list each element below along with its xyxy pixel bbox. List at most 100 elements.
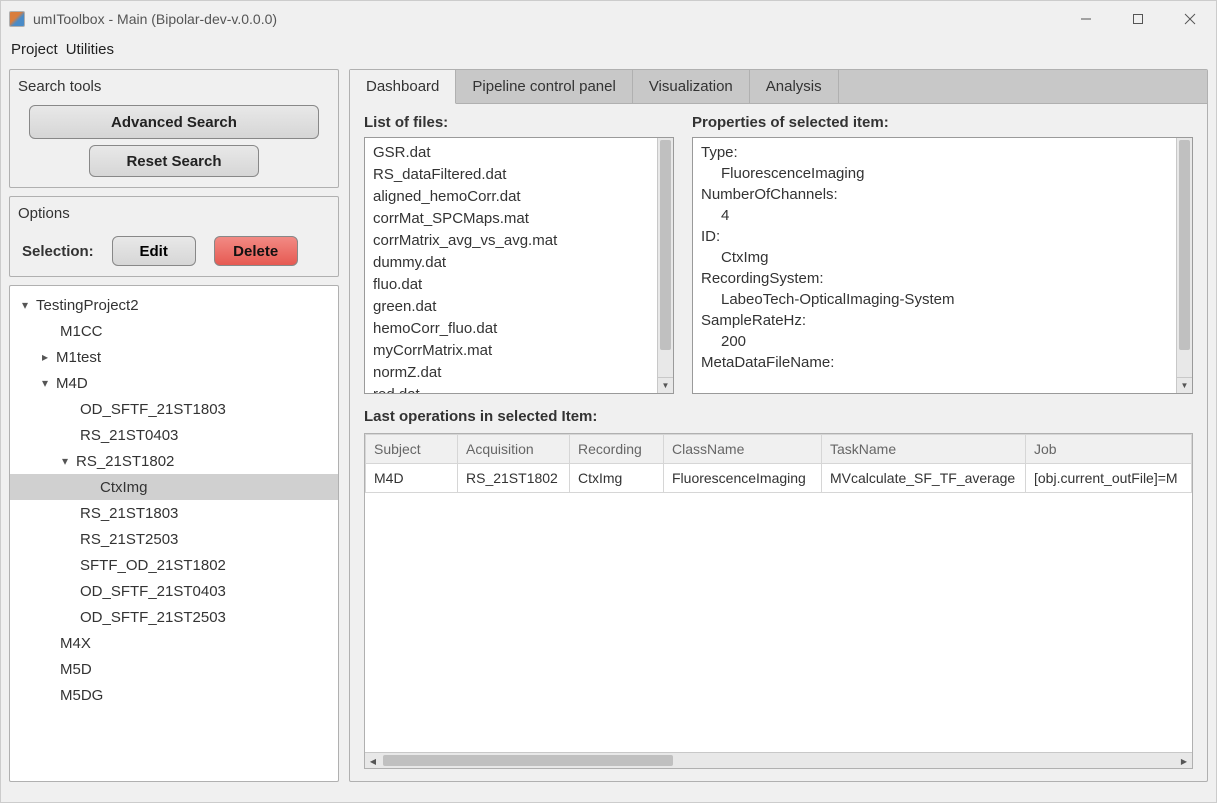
prop-value: FluorescenceImaging: [701, 163, 1168, 184]
scrollbar-thumb[interactable]: [383, 755, 673, 766]
prop-label: RecordingSystem:: [701, 268, 1168, 289]
files-title: List of files:: [364, 114, 674, 131]
file-item[interactable]: corrMatrix_avg_vs_avg.mat: [373, 230, 649, 252]
chevron-down-icon: ▾: [38, 376, 52, 390]
prop-label: MetaDataFileName:: [701, 352, 1168, 373]
project-tree[interactable]: ▾ TestingProject2 M1CC▸M1test▾M4DOD_SFTF…: [9, 285, 339, 782]
tree-item-label: M4X: [56, 635, 91, 652]
reset-search-button[interactable]: Reset Search: [89, 145, 259, 177]
file-item[interactable]: dummy.dat: [373, 252, 649, 274]
file-item[interactable]: fluo.dat: [373, 274, 649, 296]
scrollbar[interactable]: [1176, 138, 1192, 377]
search-tools-panel: Search tools Advanced Search Reset Searc…: [9, 69, 339, 188]
tree-item[interactable]: M5D: [10, 656, 338, 682]
menu-project[interactable]: Project: [11, 41, 58, 58]
scrollbar-thumb[interactable]: [660, 140, 671, 350]
chevron-down-icon: ▾: [18, 298, 32, 312]
file-item[interactable]: corrMat_SPCMaps.mat: [373, 208, 649, 230]
app-icon: [9, 11, 25, 27]
file-item[interactable]: normZ.dat: [373, 362, 649, 384]
prop-value: 4: [701, 205, 1168, 226]
search-tools-title: Search tools: [18, 76, 330, 97]
prop-value: CtxImg: [701, 247, 1168, 268]
scrollbar-thumb[interactable]: [1179, 140, 1190, 350]
col-recording[interactable]: Recording: [570, 435, 664, 464]
tree-item-label: M5DG: [56, 687, 103, 704]
files-listbox[interactable]: GSR.datRS_dataFiltered.dataligned_hemoCo…: [364, 137, 674, 394]
advanced-search-button[interactable]: Advanced Search: [29, 105, 319, 139]
col-classname[interactable]: ClassName: [664, 435, 822, 464]
tree-item-label: RS_21ST1803: [76, 505, 178, 522]
tree-item[interactable]: OD_SFTF_21ST0403: [10, 578, 338, 604]
close-button[interactable]: [1164, 1, 1216, 37]
tab-visualization[interactable]: Visualization: [633, 70, 750, 103]
tab-pipeline[interactable]: Pipeline control panel: [456, 70, 632, 103]
col-subject[interactable]: Subject: [366, 435, 458, 464]
file-item[interactable]: green.dat: [373, 296, 649, 318]
col-acquisition[interactable]: Acquisition: [458, 435, 570, 464]
minimize-button[interactable]: [1060, 1, 1112, 37]
menubar: Project Utilities: [1, 37, 1216, 61]
tree-item-label: M1test: [52, 349, 101, 366]
tree-item[interactable]: M4X: [10, 630, 338, 656]
tree-item[interactable]: RS_21ST2503: [10, 526, 338, 552]
selection-label: Selection:: [22, 243, 94, 260]
file-item[interactable]: GSR.dat: [373, 142, 649, 164]
props-title: Properties of selected item:: [692, 114, 1193, 131]
prop-value: LabeoTech-OpticalImaging-System: [701, 289, 1168, 310]
delete-button[interactable]: Delete: [214, 236, 298, 266]
col-taskname[interactable]: TaskName: [822, 435, 1026, 464]
tree-item-label: M5D: [56, 661, 92, 678]
tree-item-label: RS_21ST0403: [76, 427, 178, 444]
prop-label: SampleRateHz:: [701, 310, 1168, 331]
tree-item-label: RS_21ST1802: [72, 453, 174, 470]
tree-item-label: OD_SFTF_21ST0403: [76, 583, 226, 600]
tree-item-label: OD_SFTF_21ST2503: [76, 609, 226, 626]
tree-item[interactable]: ▸M1test: [10, 344, 338, 370]
prop-value: 200: [701, 331, 1168, 352]
scroll-right-icon[interactable]: ▶: [1176, 753, 1192, 769]
file-item[interactable]: RS_dataFiltered.dat: [373, 164, 649, 186]
tree-item[interactable]: RS_21ST1803: [10, 500, 338, 526]
chevron-right-icon: ▸: [38, 350, 52, 364]
scroll-down-icon[interactable]: ▼: [657, 377, 673, 393]
chevron-down-icon: ▾: [58, 454, 72, 468]
tree-item-label: RS_21ST2503: [76, 531, 178, 548]
horizontal-scrollbar[interactable]: ◀ ▶: [365, 752, 1192, 768]
tab-analysis[interactable]: Analysis: [750, 70, 839, 103]
options-panel: Options Selection: Edit Delete: [9, 196, 339, 277]
tree-item[interactable]: M5DG: [10, 682, 338, 708]
scroll-left-icon[interactable]: ◀: [365, 753, 381, 769]
tree-item-label: OD_SFTF_21ST1803: [76, 401, 226, 418]
tree-item-label: M1CC: [56, 323, 103, 340]
scroll-down-icon[interactable]: ▼: [1176, 377, 1192, 393]
tree-item[interactable]: ▾M4D: [10, 370, 338, 396]
edit-button[interactable]: Edit: [112, 236, 196, 266]
tree-item[interactable]: M1CC: [10, 318, 338, 344]
file-item[interactable]: red.dat: [373, 384, 649, 393]
menu-utilities[interactable]: Utilities: [66, 41, 114, 58]
operations-table: Subject Acquisition Recording ClassName …: [364, 433, 1193, 769]
col-job[interactable]: Job: [1026, 435, 1192, 464]
tree-root[interactable]: ▾ TestingProject2: [10, 292, 338, 318]
properties-box[interactable]: Type: FluorescenceImaging NumberOfChanne…: [692, 137, 1193, 394]
file-item[interactable]: hemoCorr_fluo.dat: [373, 318, 649, 340]
tree-item[interactable]: CtxImg: [10, 474, 338, 500]
file-item[interactable]: aligned_hemoCorr.dat: [373, 186, 649, 208]
maximize-button[interactable]: [1112, 1, 1164, 37]
tree-item[interactable]: ▾RS_21ST1802: [10, 448, 338, 474]
ops-title: Last operations in selected Item:: [364, 408, 1193, 425]
file-item[interactable]: myCorrMatrix.mat: [373, 340, 649, 362]
table-row[interactable]: M4D RS_21ST1802 CtxImg FluorescenceImagi…: [366, 464, 1192, 493]
scrollbar[interactable]: [657, 138, 673, 377]
tree-item[interactable]: SFTF_OD_21ST1802: [10, 552, 338, 578]
window-title: umIToolbox - Main (Bipolar-dev-v.0.0.0): [33, 11, 277, 27]
tree-item-label: M4D: [52, 375, 88, 392]
prop-label: Type:: [701, 142, 1168, 163]
tree-item[interactable]: OD_SFTF_21ST1803: [10, 396, 338, 422]
tab-bar: Dashboard Pipeline control panel Visuali…: [350, 70, 1207, 104]
app-window: umIToolbox - Main (Bipolar-dev-v.0.0.0) …: [0, 0, 1217, 803]
tab-dashboard[interactable]: Dashboard: [350, 70, 456, 104]
tree-item[interactable]: RS_21ST0403: [10, 422, 338, 448]
tree-item[interactable]: OD_SFTF_21ST2503: [10, 604, 338, 630]
